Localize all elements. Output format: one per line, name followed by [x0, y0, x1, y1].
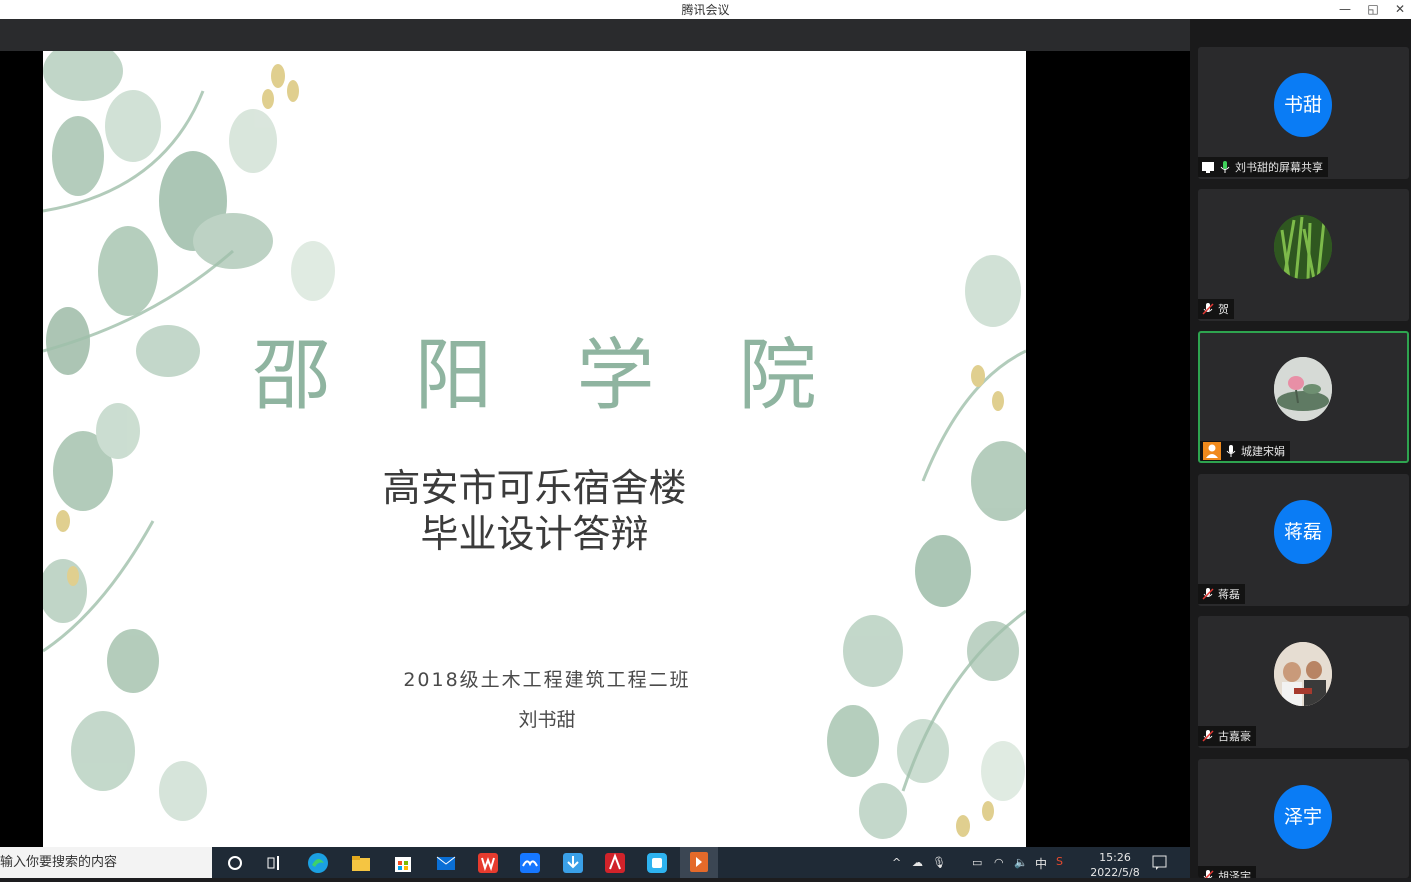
- cortana-icon[interactable]: [224, 852, 246, 874]
- participant-tile[interactable]: 贺: [1198, 189, 1409, 321]
- participant-tile[interactable]: 古嘉豪: [1198, 616, 1409, 748]
- avatar: 蒋磊: [1274, 500, 1332, 564]
- avatar: 泽宇: [1274, 785, 1332, 849]
- participant-nametag: 胡泽宇: [1198, 866, 1256, 878]
- slide-title-char: 院: [738, 331, 817, 421]
- participant-tile[interactable]: 书甜 刘书甜的屏幕共享: [1198, 47, 1409, 179]
- file-explorer-icon[interactable]: [350, 852, 372, 874]
- participant-tile[interactable]: 蒋磊 蒋磊: [1198, 474, 1409, 606]
- clock[interactable]: 15:26 2022/5/8: [1090, 847, 1140, 879]
- download-icon[interactable]: [562, 852, 584, 874]
- ime-indicator[interactable]: 中: [1035, 855, 1047, 872]
- mic-muted-icon: [1201, 869, 1215, 878]
- notification-icon[interactable]: [1152, 855, 1168, 871]
- clock-date: 2022/5/8: [1090, 866, 1140, 879]
- slide-class-line: 2018级土木工程建筑工程二班: [403, 669, 691, 691]
- slide-title: 邵 阳 学 院: [43, 313, 1026, 425]
- store-icon[interactable]: [392, 852, 414, 874]
- close-button[interactable]: ✕: [1387, 0, 1411, 19]
- avatar: [1274, 215, 1332, 279]
- app-icon[interactable]: [646, 852, 668, 874]
- window-title: 腾讯会议: [681, 3, 730, 17]
- input-method-icon[interactable]: S: [1056, 855, 1063, 868]
- taskbar-search-input[interactable]: 输入你要搜索的内容: [0, 847, 212, 878]
- volume-icon[interactable]: 🔈: [1014, 856, 1028, 869]
- participant-nametag: 蒋磊: [1198, 584, 1245, 604]
- wps-icon[interactable]: [477, 852, 499, 874]
- system-tray: ^ ☁ 🎙 ▭ ◠ 🔈 中 S: [888, 847, 1068, 878]
- participant-name: 刘书甜的屏幕共享: [1235, 161, 1323, 174]
- restore-button[interactable]: ◱: [1360, 0, 1386, 19]
- minimize-button[interactable]: —: [1332, 0, 1358, 19]
- mic-on-icon: [1218, 160, 1232, 174]
- participant-name: 古嘉豪: [1218, 730, 1251, 743]
- wifi-icon[interactable]: ◠: [994, 856, 1004, 869]
- participant-tile-active[interactable]: 城建宋娟: [1198, 331, 1409, 463]
- mic-muted-icon: [1201, 729, 1215, 743]
- cloud-icon[interactable]: ☁: [912, 856, 923, 869]
- mic-muted-icon: [1201, 302, 1215, 316]
- participant-panel[interactable]: 书甜 刘书甜的屏幕共享 贺 城建宋娟 蒋磊 蒋磊 古嘉豪 泽宇 胡泽宇: [1190, 19, 1411, 878]
- slide-title-char: 学: [576, 331, 655, 421]
- slide-subtitle: 高安市可乐宿舍楼 毕业设计答辩: [43, 465, 1026, 557]
- screen-share-icon: [1201, 160, 1215, 174]
- task-view-icon[interactable]: [264, 852, 286, 874]
- edge-icon[interactable]: [307, 852, 329, 874]
- participant-nametag: 城建宋娟: [1200, 441, 1290, 461]
- slide-subtitle-line2: 毕业设计答辩: [420, 512, 649, 556]
- slide-title-char: 阳: [414, 331, 493, 421]
- host-icon: [1203, 442, 1221, 460]
- powerpoint-icon[interactable]: [680, 847, 718, 878]
- clock-time: 15:26: [1099, 851, 1131, 864]
- mic-muted-icon: [1201, 587, 1215, 601]
- mic-on-icon: [1224, 444, 1238, 458]
- battery-icon[interactable]: ▭: [972, 856, 982, 869]
- chevron-up-icon[interactable]: ^: [892, 856, 901, 869]
- windows-taskbar: 输入你要搜索的内容 ^ ☁ 🎙 ▭ ◠ 🔈 中 S 15:26 2022/5/8: [0, 847, 1190, 879]
- avatar: 书甜: [1274, 73, 1332, 137]
- participant-nametag: 刘书甜的屏幕共享: [1198, 157, 1328, 177]
- participant-nametag: 古嘉豪: [1198, 726, 1256, 746]
- title-bar: 腾讯会议 — ◱ ✕: [0, 0, 1411, 19]
- participant-name: 贺: [1218, 303, 1229, 316]
- slide-subtitle-line1: 高安市可乐宿舍楼: [382, 466, 687, 510]
- mail-icon[interactable]: [435, 852, 457, 874]
- mic-icon[interactable]: 🎙: [932, 856, 946, 869]
- participant-tile[interactable]: 泽宇 胡泽宇: [1198, 759, 1409, 878]
- participant-name: 胡泽宇: [1218, 870, 1251, 878]
- meeting-top-bar: [0, 19, 1190, 51]
- shared-screen: 邵 阳 学 院 高安市可乐宿舍楼 毕业设计答辩 2018级土木工程建筑工程二班 …: [0, 51, 1190, 847]
- participant-name: 蒋磊: [1218, 588, 1240, 601]
- participant-nametag: 贺: [1198, 299, 1234, 319]
- tencent-meeting-icon[interactable]: [519, 852, 541, 874]
- avatar: [1274, 357, 1332, 421]
- slide-title-char: 邵: [252, 331, 331, 421]
- avatar: [1274, 642, 1332, 706]
- participant-name: 城建宋娟: [1241, 445, 1285, 458]
- presentation-slide: 邵 阳 学 院 高安市可乐宿舍楼 毕业设计答辩 2018级土木工程建筑工程二班 …: [43, 51, 1026, 847]
- slide-author: 刘书甜: [518, 709, 576, 731]
- acrobat-icon[interactable]: [604, 852, 626, 874]
